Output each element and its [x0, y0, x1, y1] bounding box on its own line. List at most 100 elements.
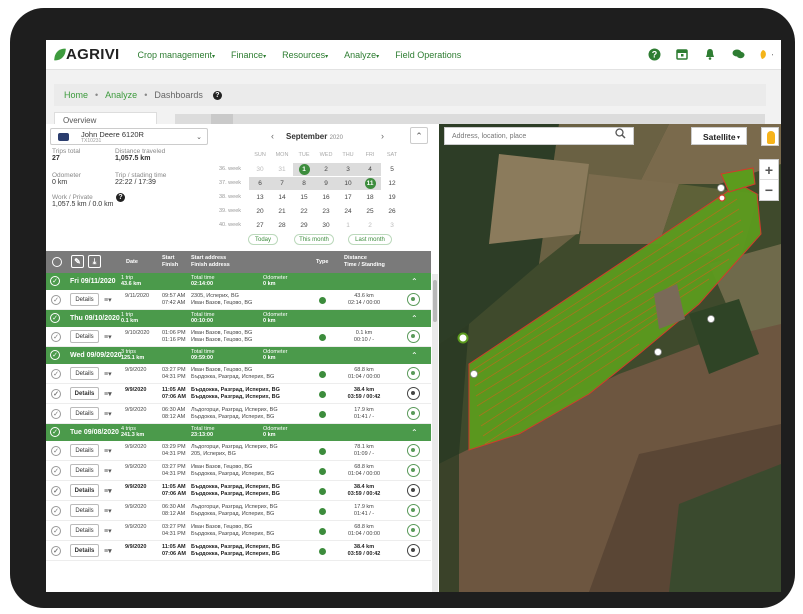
- menu-item-field-operations[interactable]: Field Operations: [395, 50, 461, 60]
- trip-day-group-header[interactable]: ✓ Tue 09/08/2020 4 trips 241.3 km Total time…: [46, 424, 431, 441]
- check-circle-icon[interactable]: ✓: [50, 350, 60, 360]
- calendar-day[interactable]: 27: [249, 219, 271, 232]
- calendar-day[interactable]: 25: [359, 205, 381, 218]
- calendar-day[interactable]: 11: [359, 176, 381, 190]
- table-row[interactable]: ✓ Details ≡▾ 9/9/2020 06:30 AM 08:12 AM Лъдого…: [46, 404, 431, 424]
- calendar-day[interactable]: 2: [359, 219, 381, 232]
- row-menu-icon[interactable]: ≡▾: [104, 390, 112, 398]
- user-avatar-icon[interactable]: [759, 47, 773, 61]
- scrollbar-thumb[interactable]: [433, 280, 437, 322]
- table-row[interactable]: ✓ Details ≡▾ 9/9/2020 03:27 PM 04:31 PM Иван В…: [46, 521, 431, 541]
- target-locate-icon[interactable]: [407, 367, 420, 380]
- row-check-icon[interactable]: ✓: [51, 546, 61, 556]
- map-type-select[interactable]: Satellite ▼: [691, 127, 747, 145]
- details-button[interactable]: Details: [70, 367, 99, 380]
- details-button[interactable]: Details: [70, 524, 99, 537]
- table-row[interactable]: ✓ Details ≡▾ 9/9/2020 03:29 PM 04:31 PM Лъдого…: [46, 441, 431, 461]
- row-check-icon[interactable]: ✓: [51, 506, 61, 516]
- calendar-day[interactable]: 19: [381, 191, 403, 204]
- calendar-day[interactable]: 30: [315, 219, 337, 232]
- details-button[interactable]: Details: [70, 544, 99, 557]
- table-row[interactable]: ✓ Details ≡▾ 9/9/2020 11:05 AM 07:06 AM Бърдок…: [46, 541, 431, 561]
- calendar-day[interactable]: 3: [337, 162, 359, 176]
- collapse-calendar-button[interactable]: ⌃: [410, 127, 428, 144]
- help-icon[interactable]: ?: [647, 47, 661, 61]
- select-all-checkbox[interactable]: [52, 257, 62, 267]
- row-check-icon[interactable]: ✓: [51, 389, 61, 399]
- calendar-icon[interactable]: [675, 47, 689, 61]
- bell-icon[interactable]: [703, 47, 717, 61]
- scrollbar[interactable]: [432, 274, 438, 592]
- menu-item-analyze[interactable]: Analyze▾: [344, 50, 379, 60]
- vehicle-select[interactable]: John Deere 6120R TX10231 ⌄: [50, 128, 208, 145]
- target-locate-icon[interactable]: [407, 464, 420, 477]
- search-icon[interactable]: [615, 128, 632, 144]
- row-menu-icon[interactable]: ≡▾: [104, 547, 112, 555]
- calendar-day[interactable]: 24: [337, 205, 359, 218]
- target-locate-icon[interactable]: [407, 504, 420, 517]
- calendar-day[interactable]: 28: [271, 219, 293, 232]
- target-locate-icon[interactable]: [407, 524, 420, 537]
- calendar-day[interactable]: 30: [249, 163, 271, 176]
- target-locate-icon[interactable]: [407, 444, 420, 457]
- calendar-day[interactable]: 15: [293, 191, 315, 204]
- target-locate-icon[interactable]: [407, 484, 420, 497]
- chevron-right-icon[interactable]: ›: [381, 131, 384, 141]
- breadcrumb-home[interactable]: Home: [64, 90, 88, 100]
- row-check-icon[interactable]: ✓: [51, 466, 61, 476]
- target-locate-icon[interactable]: [407, 544, 420, 557]
- calendar-day[interactable]: 26: [381, 205, 403, 218]
- table-row[interactable]: ✓ Details ≡▾ 9/9/2020 03:27 PM 04:31 PM Иван В…: [46, 461, 431, 481]
- calendar-day[interactable]: 18: [359, 191, 381, 204]
- menu-item-finance[interactable]: Finance▾: [231, 50, 266, 60]
- calendar-day[interactable]: 14: [271, 191, 293, 204]
- calendar-day[interactable]: 7: [271, 176, 293, 190]
- target-locate-icon[interactable]: [407, 407, 420, 420]
- breadcrumb-analyze[interactable]: Analyze: [105, 90, 137, 100]
- row-menu-icon[interactable]: ≡▾: [104, 410, 112, 418]
- chat-icon[interactable]: [731, 47, 745, 61]
- row-check-icon[interactable]: ✓: [51, 295, 61, 305]
- calendar-day[interactable]: 10: [337, 176, 359, 190]
- table-row[interactable]: ✓ Details ≡▾ 9/9/2020 06:30 AM 08:12 AM Лъдого…: [46, 501, 431, 521]
- row-menu-icon[interactable]: ≡▾: [104, 467, 112, 475]
- details-button[interactable]: Details: [70, 330, 99, 343]
- menu-item-crop-management[interactable]: Crop management▾: [137, 50, 215, 60]
- details-button[interactable]: Details: [70, 293, 99, 306]
- calendar-day[interactable]: 22: [293, 205, 315, 218]
- details-button[interactable]: Details: [70, 444, 99, 457]
- street-view-pegman-icon[interactable]: [761, 127, 779, 146]
- row-check-icon[interactable]: ✓: [51, 486, 61, 496]
- calendar-day[interactable]: 3: [381, 219, 403, 232]
- table-row[interactable]: ✓ Details ≡▾ 9/11/2020 09:57 AM 07:42 AM 2305,…: [46, 290, 431, 310]
- trip-day-group-header[interactable]: ✓ Thu 09/10/2020 1 trip 0.1 km Total time 00:…: [46, 310, 431, 327]
- calendar-day[interactable]: 31: [271, 163, 293, 176]
- calendar-day[interactable]: 9: [315, 176, 337, 190]
- row-menu-icon[interactable]: ≡▾: [104, 447, 112, 455]
- target-locate-icon[interactable]: [407, 330, 420, 343]
- table-row[interactable]: ✓ Details ≡▾ 9/9/2020 11:05 AM 07:06 AM Бърдок…: [46, 384, 431, 404]
- calendar-day[interactable]: 16: [315, 191, 337, 204]
- trip-day-group-header[interactable]: ✓ Fri 09/11/2020 1 trip 43.6 km Total time 02…: [46, 273, 431, 290]
- chevron-up-icon[interactable]: ⌃: [411, 428, 418, 437]
- map-search-input[interactable]: Address, location, place: [444, 127, 634, 145]
- details-button[interactable]: Details: [70, 464, 99, 477]
- agrivi-logo[interactable]: AGRIVI: [54, 46, 119, 63]
- trip-day-group-header[interactable]: ✓ Wed 09/09/2020 3 trips 125.1 km Total time…: [46, 347, 431, 364]
- row-check-icon[interactable]: ✓: [51, 369, 61, 379]
- row-menu-icon[interactable]: ≡▾: [104, 487, 112, 495]
- details-button[interactable]: Details: [70, 387, 99, 400]
- check-circle-icon[interactable]: ✓: [50, 313, 60, 323]
- satellite-map[interactable]: Address, location, place Satellite ▼ + −: [439, 124, 781, 592]
- calendar-day[interactable]: 17: [337, 191, 359, 204]
- table-row[interactable]: ✓ Details ≡▾ 9/9/2020 03:27 PM 04:31 PM Иван В…: [46, 364, 431, 384]
- calendar-day[interactable]: 8: [293, 176, 315, 190]
- target-locate-icon[interactable]: [407, 293, 420, 306]
- row-menu-icon[interactable]: ≡▾: [104, 527, 112, 535]
- calendar-day[interactable]: 1: [293, 162, 315, 176]
- row-menu-icon[interactable]: ≡▾: [104, 507, 112, 515]
- edit-icon[interactable]: ✎: [71, 255, 84, 268]
- download-icon[interactable]: ⤓: [88, 255, 101, 268]
- map-canvas[interactable]: [439, 124, 781, 592]
- details-button[interactable]: Details: [70, 407, 99, 420]
